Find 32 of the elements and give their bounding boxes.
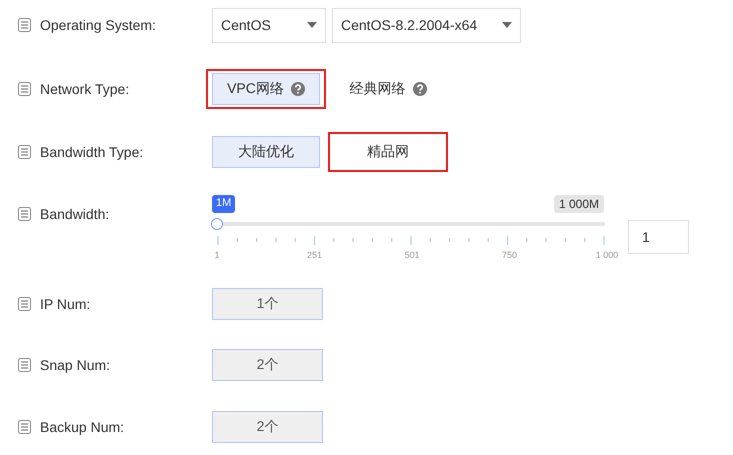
count-button[interactable]: 1个	[212, 288, 323, 320]
list-icon	[18, 145, 31, 159]
tick-label: 750	[502, 250, 518, 260]
field-label: Backup Num:	[40, 418, 124, 434]
min-value-badge: 1M	[212, 195, 236, 213]
caret-icon	[307, 22, 317, 28]
field-label: Network Type:	[40, 81, 130, 97]
slider-handle[interactable]	[211, 218, 223, 230]
list-icon	[18, 297, 31, 311]
list-icon	[18, 358, 31, 372]
list-icon	[18, 18, 31, 32]
field-label: Bandwidth Type:	[40, 144, 144, 160]
list-icon	[18, 82, 31, 96]
field-label: Bandwidth:	[40, 206, 110, 222]
count-button[interactable]: 2个	[212, 410, 323, 442]
caret-icon	[502, 22, 512, 28]
dropdown[interactable]: CentOS	[212, 8, 326, 42]
max-value-badge: 1 000M	[554, 195, 604, 213]
dropdown[interactable]: CentOS-8.2.2004-x64	[332, 8, 521, 42]
tick-label: 251	[306, 250, 322, 260]
tick-label: 501	[404, 250, 420, 260]
count-button[interactable]: 2个	[212, 349, 323, 381]
field-label: Operating System:	[40, 17, 156, 33]
bandwidth-input[interactable]: 1	[628, 220, 689, 254]
option-button[interactable]: VPC网络	[212, 73, 320, 105]
field-label: Snap Num:	[40, 357, 110, 373]
list-icon	[18, 420, 31, 434]
field-label: IP Num:	[40, 296, 90, 312]
tick-label: 1 000	[596, 250, 618, 260]
list-icon	[18, 207, 31, 221]
tick-label: 1	[214, 250, 220, 260]
option-button[interactable]: 大陆优化	[212, 136, 320, 168]
